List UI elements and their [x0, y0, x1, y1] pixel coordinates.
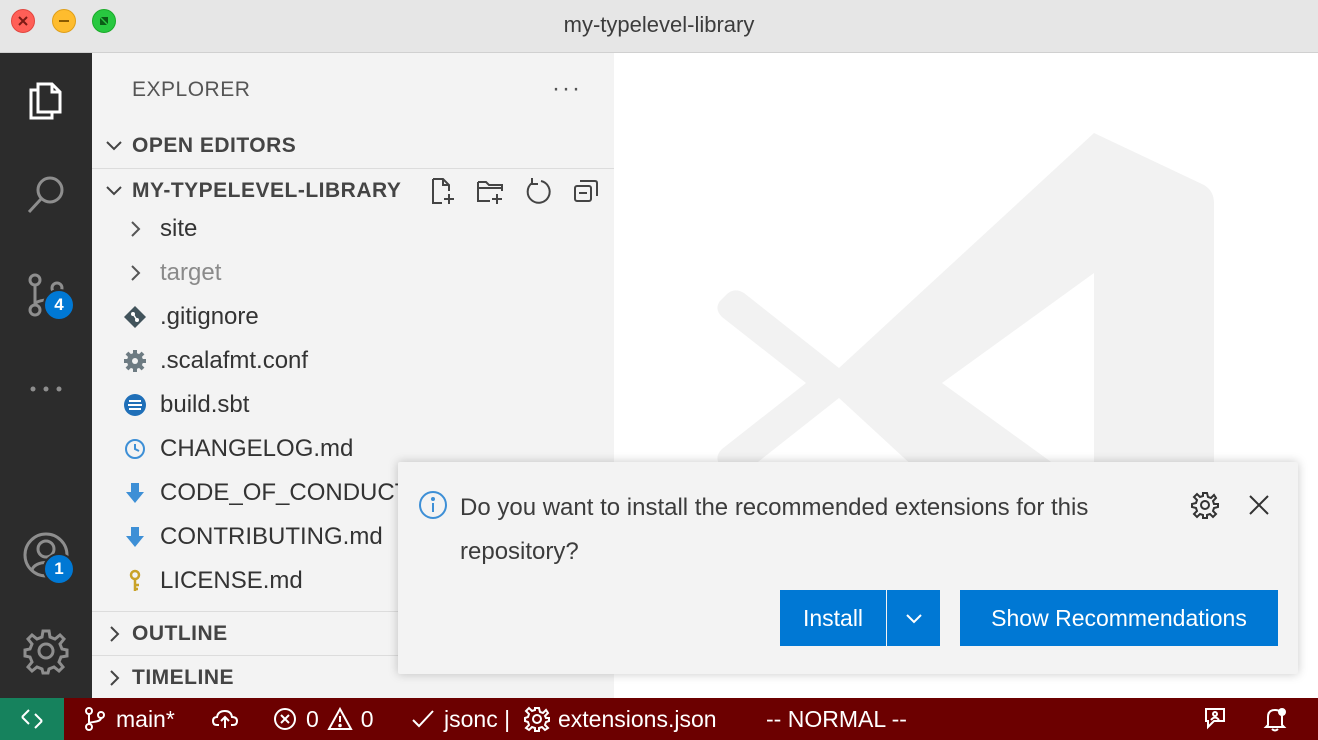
gear-icon	[23, 629, 69, 675]
gear-icon[interactable]	[1190, 490, 1220, 520]
status-branch[interactable]: main*	[82, 698, 175, 740]
clock-icon	[125, 439, 145, 459]
refresh-icon[interactable]	[523, 176, 553, 206]
tree-item-build-sbt[interactable]: build.sbt	[92, 383, 614, 427]
warning-icon	[327, 706, 353, 730]
section-label: OUTLINE	[132, 622, 228, 645]
tree-item-label: target	[160, 259, 222, 286]
sbt-icon	[124, 394, 146, 416]
tree-item-label: .gitignore	[160, 303, 259, 330]
section-open-editors[interactable]: OPEN EDITORS	[92, 124, 614, 168]
tree-item-label: site	[160, 215, 198, 242]
git-branch-icon	[85, 707, 105, 731]
show-recommendations-button[interactable]: Show Recommendations	[960, 590, 1278, 646]
accounts-badge: 1	[43, 553, 75, 585]
status-feedback[interactable]	[1202, 698, 1228, 740]
window-title: my-typelevel-library	[563, 12, 755, 37]
error-icon	[274, 708, 296, 730]
remote-icon	[21, 709, 43, 729]
extension-recommendation-notification: Do you want to install the recommended e…	[398, 462, 1298, 674]
chevron-down-icon	[106, 141, 122, 151]
status-notifications[interactable]	[1262, 698, 1288, 740]
section-label: OPEN EDITORS	[132, 134, 297, 157]
chevron-right-icon	[110, 626, 120, 642]
tree-item-label: CHANGELOG.md	[160, 435, 354, 462]
status-sync[interactable]	[212, 698, 238, 740]
chevron-right-icon	[110, 670, 120, 686]
activity-search[interactable]	[0, 149, 92, 241]
error-count: 0	[306, 705, 319, 732]
activity-explorer[interactable]	[0, 53, 92, 145]
file-name: extensions.json	[558, 705, 717, 732]
title-bar: my-typelevel-library	[0, 0, 1318, 53]
tree-item-label: build.sbt	[160, 391, 250, 418]
status-bar: main* 0 0 jsonc | extensions.json -- NOR…	[0, 698, 1318, 740]
language-mode: jsonc |	[444, 705, 511, 732]
section-label: MY-TYPELEVEL-LIBRARY	[132, 179, 402, 202]
activity-accounts[interactable]: 1	[0, 509, 92, 601]
tree-item-label: .scalafmt.conf	[160, 347, 309, 374]
chevron-down-icon	[905, 614, 922, 624]
markdown-arrow-icon	[126, 483, 144, 503]
vim-mode: -- NORMAL --	[766, 705, 907, 732]
section-label: TIMELINE	[132, 666, 234, 689]
tree-item-label: LICENSE.md	[160, 567, 303, 594]
tree-item-gitignore[interactable]: .gitignore	[92, 295, 614, 339]
activity-settings[interactable]	[0, 605, 92, 697]
config-gear-icon	[124, 350, 146, 372]
status-file[interactable]: extensions.json	[524, 698, 717, 740]
ellipsis-icon	[30, 386, 62, 392]
status-language[interactable]: jsonc |	[410, 698, 510, 740]
cloud-upload-icon	[212, 709, 238, 728]
files-icon	[29, 82, 62, 120]
search-icon	[27, 176, 64, 214]
install-button[interactable]: Install	[780, 590, 886, 646]
tree-item-target[interactable]: target	[92, 251, 614, 295]
chevron-right-icon	[131, 221, 141, 237]
gear-icon	[524, 706, 550, 732]
key-icon	[129, 569, 141, 591]
check-icon	[412, 710, 434, 728]
bell-icon	[1263, 708, 1287, 732]
info-icon	[419, 491, 447, 519]
tree-item-label: CONTRIBUTING.md	[160, 523, 383, 550]
activity-bar: 4 1	[0, 53, 92, 698]
sidebar-title: EXPLORER	[132, 78, 251, 101]
activity-more[interactable]	[0, 343, 92, 435]
chevron-right-icon	[131, 265, 141, 281]
new-folder-icon[interactable]	[475, 176, 505, 206]
collapse-all-icon[interactable]	[571, 176, 601, 206]
markdown-arrow-icon	[126, 527, 144, 547]
status-problems[interactable]: 0 0	[272, 698, 374, 740]
tree-item-site[interactable]: site	[92, 207, 614, 251]
git-icon	[124, 306, 146, 328]
install-options-button[interactable]	[887, 590, 940, 646]
warning-count: 0	[360, 705, 374, 732]
notification-message: Do you want to install the recommended e…	[460, 494, 1089, 565]
activity-source-control[interactable]: 4	[0, 249, 92, 341]
feedback-icon	[1205, 708, 1225, 730]
branch-name: main*	[116, 705, 175, 732]
remote-indicator[interactable]	[0, 698, 64, 740]
tree-item-scalafmt[interactable]: .scalafmt.conf	[92, 339, 614, 383]
close-icon[interactable]	[1246, 492, 1272, 518]
sidebar-more-button[interactable]: ···	[552, 75, 582, 103]
source-control-badge: 4	[43, 289, 75, 321]
chevron-down-icon	[106, 186, 122, 196]
new-file-icon[interactable]	[427, 176, 457, 206]
